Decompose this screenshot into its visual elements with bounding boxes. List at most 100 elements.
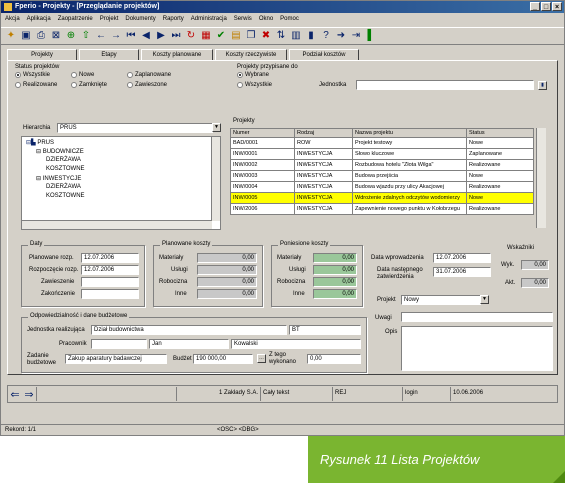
tree-vertical-scrollbar[interactable]	[211, 137, 220, 221]
maximize-button[interactable]: □	[541, 2, 551, 11]
radio-realizowane[interactable]: Realizowane	[15, 82, 57, 88]
rozpoczecie-field[interactable]: 12.07.2006	[81, 265, 139, 275]
tab-koszty-planowane[interactable]: Koszty planowane	[141, 49, 213, 60]
column-header-rodzaj[interactable]: Rodzaj	[294, 128, 353, 138]
zakonczenie-field[interactable]	[81, 289, 139, 299]
radio-zawieszone[interactable]: Zawieszone	[127, 82, 167, 88]
menu-item-pomoc[interactable]: Pomoc	[280, 16, 299, 25]
table-row[interactable]: INW/0004 INWESTYCJA Budowa wjazdu przy uli…	[230, 181, 534, 193]
table-row[interactable]: INW/0002 INWESTYCJA Rozbudowa hotelu "Złot…	[230, 159, 534, 171]
app-icon	[4, 3, 12, 11]
opis-field[interactable]	[401, 326, 553, 371]
exit-icon[interactable]: ⇥	[350, 30, 362, 42]
column-header-numer[interactable]: Numer	[230, 128, 295, 138]
tree-node[interactable]: ⊟▙ PRUS	[26, 139, 54, 146]
table-row[interactable]: INW/2006 INWESTYCJA Zapewnienie nowego pun…	[230, 203, 534, 215]
pracownik-nazwisko-field[interactable]: Kowalski	[231, 339, 361, 349]
menu-item-okno[interactable]: Okno	[259, 16, 273, 25]
table-row[interactable]: INW/0003 INWESTYCJA Budowa przejścia Nowe	[230, 170, 534, 182]
z-tego-field[interactable]: 0,00	[307, 354, 361, 364]
up-icon[interactable]: ⇧	[80, 30, 92, 42]
refresh-icon[interactable]: ↻	[185, 30, 197, 42]
minimize-button[interactable]: _	[530, 2, 540, 11]
table-row[interactable]: BAD/0001 ROW Projekt testowy Nowe	[230, 137, 534, 149]
tree-node[interactable]: DZIERŻAWA	[46, 184, 81, 190]
next-record-icon[interactable]: ▶	[155, 30, 167, 42]
table-icon[interactable]: ▥	[290, 30, 302, 42]
radio-nowe[interactable]: Nowe	[71, 72, 94, 78]
last-record-icon[interactable]: ⏭	[170, 30, 182, 42]
menu-item-dokumenty[interactable]: Dokumenty	[125, 16, 155, 25]
tree-node[interactable]: KOSZTOWNE	[46, 166, 85, 172]
menu-item-serwis[interactable]: Serwis	[234, 16, 252, 25]
forward-icon[interactable]: →	[110, 30, 122, 42]
next-arrow-icon[interactable]: ⇒	[22, 388, 36, 401]
menu-item-aplikacja[interactable]: Aplikacja	[27, 16, 51, 25]
status-bar: Rekord: 1/1 <OSC> <DBG>	[1, 424, 564, 436]
budzet-field[interactable]: 190 000,00	[193, 354, 253, 364]
tree-horizontal-scrollbar[interactable]	[22, 220, 212, 229]
menu-item-administracja[interactable]: Administracja	[191, 16, 227, 25]
tree-node[interactable]: KOSZTOWNE	[46, 193, 85, 199]
pracownik-imie-field[interactable]: Jan	[149, 339, 229, 349]
nav-right-icon[interactable]: ➜	[335, 30, 347, 42]
tree-node[interactable]: DZIERŻAWA	[46, 157, 81, 163]
budzet-lookup-button[interactable]: …	[257, 354, 266, 363]
planowane-rozp-field[interactable]: 12.07.2006	[81, 253, 139, 263]
chart-icon[interactable]: ▮	[305, 30, 317, 42]
jednostka-input[interactable]	[356, 80, 534, 90]
jednostka-realizujaca-field[interactable]: Dział budownictwa	[91, 325, 287, 335]
folder-icon[interactable]: ▤	[230, 30, 242, 42]
uwagi-field[interactable]	[401, 312, 553, 322]
filter-icon[interactable]: ⊠	[50, 30, 62, 42]
data-wprowadzenia-field[interactable]: 12.07.2006	[433, 253, 491, 263]
menu-item-akcja[interactable]: Akcja	[5, 16, 20, 25]
hierarchia-select[interactable]: PRUS	[57, 123, 213, 133]
radio-zaplanowane[interactable]: Zaplanowane	[127, 72, 171, 78]
zawieszenie-field[interactable]	[81, 277, 139, 287]
radio-wszystkie-przypisane[interactable]: Wszystkie	[237, 82, 272, 88]
close-button[interactable]: ×	[552, 2, 562, 11]
tree-node[interactable]: ⊟ INWESTYCJE	[36, 175, 81, 182]
delete-icon[interactable]: ✖	[260, 30, 272, 42]
copy-icon[interactable]: ❐	[245, 30, 257, 42]
tab-koszty-rzeczywiste[interactable]: Koszty rzeczywiste	[215, 49, 287, 60]
menu-item-projekt[interactable]: Projekt	[100, 16, 119, 25]
help-icon[interactable]: ?	[320, 30, 332, 42]
tab-etapy[interactable]: Etapy	[79, 49, 139, 60]
tree-node[interactable]: ⊟ BUDOWNICZE	[36, 148, 84, 155]
pracownik-field[interactable]	[91, 339, 147, 349]
jednostka-lookup-button[interactable]: ▮	[538, 81, 547, 90]
radio-wybrane[interactable]: Wybrane	[237, 72, 269, 78]
projekt-select[interactable]: Nowy	[401, 295, 481, 305]
table-row-selected[interactable]: INW/0005 INWESTYCJA Wdrożenie zdalnych odc…	[230, 192, 534, 204]
radio-zamkniete[interactable]: Zamknięte	[71, 82, 107, 88]
data-nastepnego-field[interactable]: 31.07.2006	[433, 267, 491, 277]
jednostka-kod-field[interactable]: BT	[289, 325, 361, 335]
first-record-icon[interactable]: ⏮	[125, 30, 137, 42]
projekt-label: Projekt	[377, 297, 396, 303]
calendar-icon[interactable]: ▦	[200, 30, 212, 42]
menu-item-raporty[interactable]: Raporty	[163, 16, 184, 25]
door-icon[interactable]: ▌	[365, 30, 377, 42]
tab-podzial-kosztow[interactable]: Podział kosztów	[289, 49, 359, 60]
menu-item-zaopatrzenie[interactable]: Zaopatrzenie	[58, 16, 93, 25]
find-icon[interactable]: ⊕	[65, 30, 77, 42]
back-icon[interactable]: ←	[95, 30, 107, 42]
projekt-dropdown-arrow[interactable]: ▼	[480, 295, 489, 304]
key-icon[interactable]: ✦	[5, 30, 17, 42]
prev-record-icon[interactable]: ◀	[140, 30, 152, 42]
hierarchia-dropdown-arrow[interactable]: ▼	[212, 123, 221, 132]
projects-vertical-scrollbar[interactable]	[536, 128, 546, 228]
prev-arrow-icon[interactable]: ⇐	[8, 388, 22, 401]
sort-icon[interactable]: ⇅	[275, 30, 287, 42]
zadanie-budzetowe-field[interactable]: Zakup aparatury badawczej	[65, 354, 167, 364]
save-icon[interactable]: ▣	[20, 30, 32, 42]
print-icon[interactable]: ⎙	[35, 30, 47, 42]
pon-inne-value: 0,00	[313, 289, 357, 299]
table-row[interactable]: INW/0001 INWESTYCJA Słowo kluczowe Zaplanow…	[230, 148, 534, 160]
check-icon[interactable]: ✔	[215, 30, 227, 42]
column-header-status[interactable]: Status	[466, 128, 534, 138]
radio-wszystkie[interactable]: Wszystkie	[15, 72, 50, 78]
column-header-nazwa[interactable]: Nazwa projektu	[352, 128, 467, 138]
